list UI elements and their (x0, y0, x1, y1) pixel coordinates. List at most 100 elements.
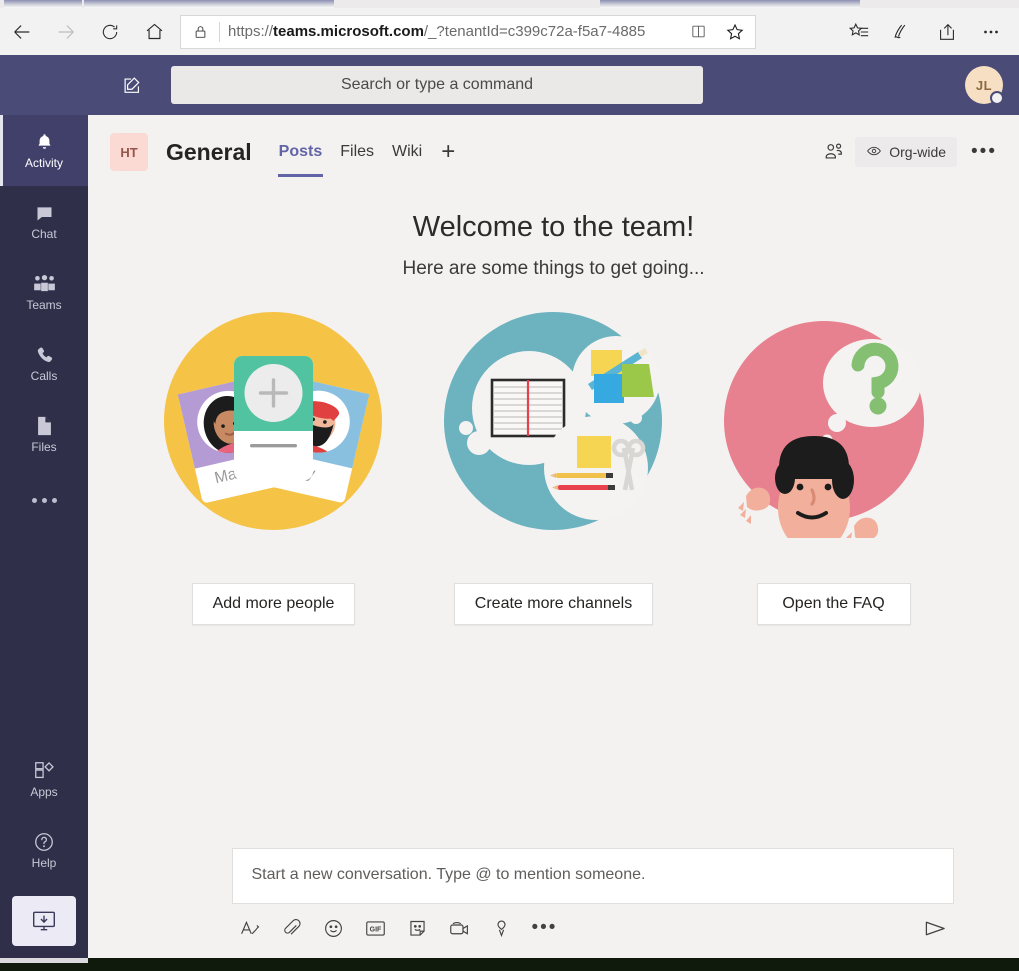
screen: https://teams.microsoft.com/_?tenantId=c… (0, 0, 1019, 971)
sticker-icon[interactable] (406, 916, 430, 940)
emoji-icon[interactable] (322, 916, 346, 940)
taskbar-chip (0, 958, 88, 963)
tab-posts[interactable]: Posts (270, 127, 332, 177)
page-title: General (166, 138, 252, 165)
visibility-label: Org-wide (889, 144, 947, 160)
reading-view-icon[interactable] (681, 23, 715, 40)
welcome-card: Open the FAQ (724, 308, 943, 625)
more-ellipsis-icon[interactable] (969, 10, 1013, 54)
sidebar-item-label: Chat (31, 226, 57, 241)
welcome-cards: Maxine (164, 308, 943, 625)
teams-app: Search or type a command JL Activity Cha… (0, 55, 1019, 958)
forward-arrow-icon[interactable] (44, 10, 88, 54)
address-bar[interactable]: https://teams.microsoft.com/_?tenantId=c… (180, 14, 756, 49)
browser-tab[interactable] (84, 0, 334, 8)
web-note-pen-icon[interactable] (881, 10, 925, 54)
app-rail: Activity Chat Teams Calls Files Apps Hel… (0, 115, 88, 958)
dot (31, 497, 37, 503)
sidebar-item-teams[interactable]: Teams (0, 257, 88, 328)
sidebar-item-apps[interactable]: Apps (0, 744, 88, 815)
presence-badge (990, 91, 1004, 105)
welcome-subtitle: Here are some things to get going... (402, 258, 705, 279)
message-placeholder: Start a new conversation. Type @ to ment… (251, 866, 646, 883)
browser-tab[interactable] (4, 0, 82, 8)
open-the-faq-button[interactable]: Open the FAQ (756, 583, 911, 625)
channel-header: HT General Posts Files Wiki + Org-wide •… (88, 115, 1019, 189)
tab-label: Files (340, 143, 375, 160)
address-bar-url: https://teams.microsoft.com/_?tenantId=c… (228, 23, 646, 40)
channel-tabs: Posts Files Wiki + (270, 127, 466, 177)
sidebar-item-label: Help (31, 856, 57, 870)
sidebar-item-calls[interactable]: Calls (0, 328, 88, 399)
create-more-channels-button[interactable]: Create more channels (453, 583, 654, 625)
attach-file-icon[interactable] (280, 916, 304, 940)
welcome-panel: Welcome to the team! Here are some thing… (88, 189, 1019, 958)
add-tab-label: + (441, 138, 456, 165)
sidebar-item-help[interactable]: Help (0, 815, 88, 886)
message-input[interactable]: Start a new conversation. Type @ to ment… (231, 848, 954, 904)
channel-more-button[interactable]: ••• (967, 141, 997, 163)
chat-bubble-icon (34, 203, 55, 224)
welcome-card: Maxine (164, 308, 383, 625)
send-paper-plane-icon[interactable] (923, 917, 948, 940)
dot (51, 497, 57, 503)
help-question-icon (33, 831, 55, 853)
sidebar-more-apps-button[interactable] (31, 470, 57, 530)
home-icon[interactable] (132, 10, 176, 54)
search-input[interactable]: Search or type a command (171, 66, 703, 104)
phone-icon (34, 345, 55, 366)
more-options-icon[interactable]: ••• (532, 917, 558, 939)
notebook-supplies-illustration (444, 308, 663, 538)
tab-label: Wiki (392, 143, 423, 160)
dot (41, 497, 47, 503)
add-more-people-button[interactable]: Add more people (191, 583, 356, 625)
team-initials: HT (120, 144, 138, 160)
sidebar-item-label: Files (31, 440, 57, 454)
eye-icon (866, 143, 882, 162)
browser-tab[interactable] (600, 0, 860, 8)
people-cards-illustration: Maxine (164, 308, 383, 538)
channel-content: HT General Posts Files Wiki + Org-wide •… (88, 115, 1019, 958)
sidebar-item-chat[interactable]: Chat (0, 186, 88, 257)
favorites-hub-icon[interactable] (837, 10, 881, 54)
tab-wiki[interactable]: Wiki (383, 127, 431, 177)
share-icon[interactable] (925, 10, 969, 54)
back-arrow-icon[interactable] (0, 10, 44, 54)
meet-now-video-icon[interactable] (448, 916, 472, 940)
gif-icon[interactable]: GIF (364, 916, 388, 940)
sidebar-item-label: Apps (30, 785, 58, 799)
apps-grid-icon (33, 760, 55, 782)
star-icon[interactable] (715, 22, 755, 42)
channel-header-actions: Org-wide ••• (823, 137, 997, 167)
tab-label: Posts (278, 143, 323, 160)
sidebar-item-label: Activity (24, 155, 63, 170)
people-roster-icon[interactable] (823, 141, 845, 163)
add-tab-button[interactable]: + (431, 127, 465, 177)
status-badge[interactable]: Org-wide (855, 137, 958, 167)
sidebar-item-files[interactable]: Files (0, 399, 88, 470)
svg-text:GIF: GIF (370, 926, 382, 933)
team-avatar: HT (110, 133, 148, 171)
person-question-illustration (724, 308, 943, 552)
more-options-label: ••• (531, 917, 558, 938)
welcome-card: Create more channels (444, 308, 663, 625)
bell-icon (34, 132, 55, 153)
download-desktop-app-icon[interactable] (12, 896, 76, 946)
button-label: Open the FAQ (782, 595, 885, 612)
sidebar-item-activity[interactable]: Activity (0, 115, 88, 186)
composer-toolbar: GIF ••• (232, 904, 954, 944)
avatar[interactable]: JL (965, 66, 1004, 105)
button-label: Add more people (212, 595, 335, 612)
file-icon (35, 415, 54, 437)
more-ellipsis-icon: ••• (971, 141, 997, 162)
composer-area: Start a new conversation. Type @ to ment… (132, 848, 976, 958)
sidebar-item-label: Teams (26, 297, 62, 312)
praise-badge-icon[interactable] (490, 916, 514, 940)
refresh-icon[interactable] (88, 10, 132, 54)
new-chat-compose-icon[interactable] (115, 68, 149, 102)
format-text-icon[interactable] (238, 916, 262, 940)
browser-actions (837, 10, 1019, 54)
button-label: Create more channels (474, 595, 633, 612)
tab-files[interactable]: Files (331, 127, 383, 177)
browser-tab-strip[interactable] (0, 0, 1019, 8)
